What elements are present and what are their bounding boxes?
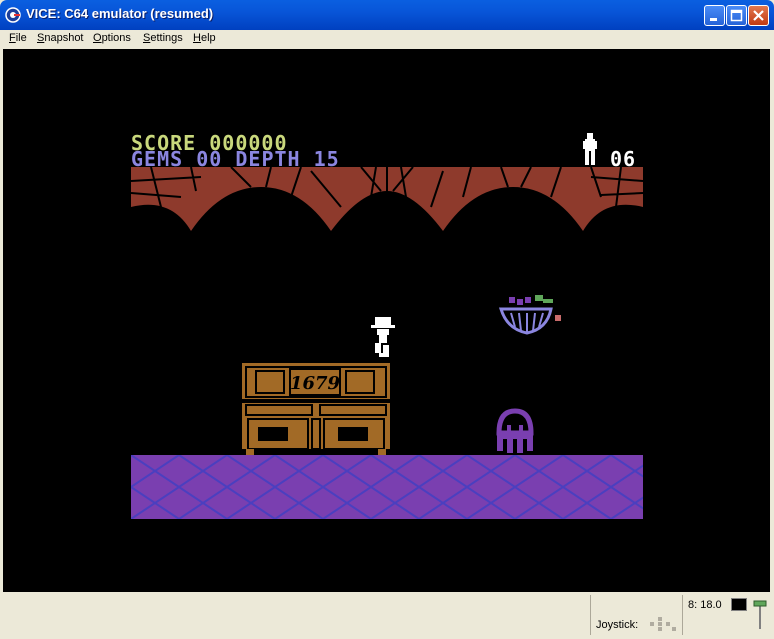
- close-icon: [753, 10, 764, 21]
- joystick-label: Joystick:: [596, 619, 639, 631]
- menu-bar: File Snapshot Options Settings Help: [0, 30, 774, 48]
- menu-help[interactable]: Help: [193, 32, 216, 44]
- maximize-icon: [730, 9, 743, 22]
- fruit-bowl-sprite: [498, 295, 561, 335]
- minimize-icon: [710, 18, 717, 21]
- close-button[interactable]: [748, 5, 769, 26]
- player-sprite: [371, 317, 395, 357]
- status-bar: Joystick: 8: 18.0: [0, 593, 774, 639]
- menu-snapshot[interactable]: Snapshot: [37, 32, 84, 44]
- emulator-screen[interactable]: SCORE 000000 GEMS 00 DEPTH 15 06 1679: [3, 49, 770, 592]
- menu-options[interactable]: Options: [93, 32, 131, 44]
- title-bar[interactable]: VICE: C64 emulator (resumed): [0, 0, 774, 30]
- drive-status: 8: 18.0: [688, 599, 722, 611]
- vice-app-icon: [5, 7, 21, 23]
- octopus-enemy-sprite: [496, 408, 534, 453]
- drive-led-indicator: [731, 598, 747, 611]
- minimize-button[interactable]: [704, 5, 725, 26]
- gems-depth-display: GEMS 00 DEPTH 15: [131, 149, 340, 169]
- lives-counter: 06: [610, 147, 637, 171]
- ceiling-arches: [131, 167, 643, 231]
- checkered-floor: [131, 455, 643, 519]
- window-title: VICE: C64 emulator (resumed): [26, 6, 214, 21]
- menu-settings[interactable]: Settings: [143, 32, 183, 44]
- menu-file[interactable]: File: [9, 32, 27, 44]
- maximize-button[interactable]: [726, 5, 747, 26]
- player-lives-icon: [583, 133, 597, 165]
- status-separator: [682, 595, 683, 635]
- volume-slider-icon[interactable]: [752, 597, 768, 633]
- status-separator: [590, 595, 591, 635]
- joystick-indicator-icon: [650, 617, 676, 631]
- wooden-cabinet: 1679: [242, 359, 390, 455]
- cabinet-year-sign: 1679: [290, 373, 341, 394]
